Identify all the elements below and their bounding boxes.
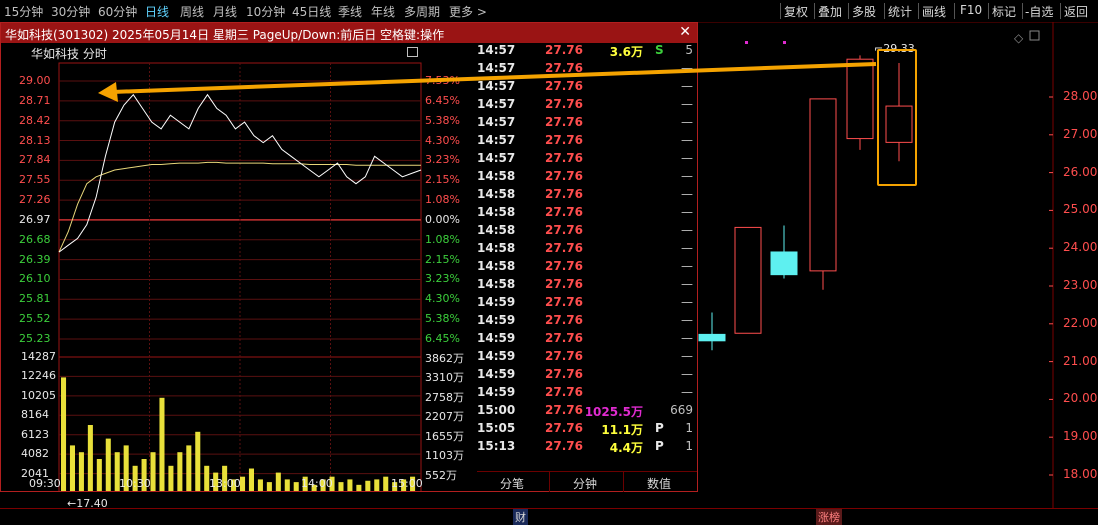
bottom-bar: 财 涨榜 <box>0 508 1098 525</box>
annotation-arrow <box>98 62 877 102</box>
arrow-head-icon <box>98 82 118 102</box>
arrow-shaft <box>111 62 877 94</box>
finance-marker[interactable]: 财 <box>513 509 528 525</box>
limit-up-marker[interactable]: 涨榜 <box>816 509 842 525</box>
